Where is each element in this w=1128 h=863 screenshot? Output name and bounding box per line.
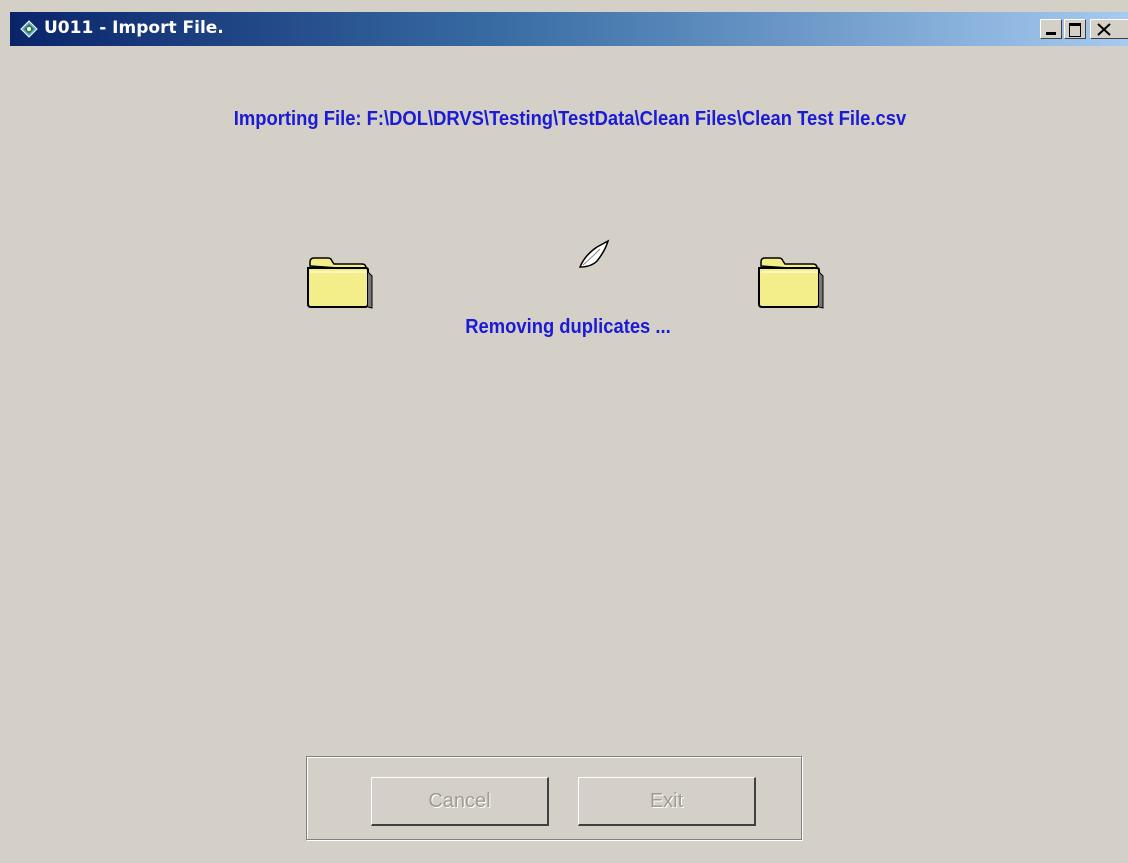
minimize-icon xyxy=(1046,32,1056,35)
destination-folder-icon xyxy=(758,257,824,309)
button-group: Cancel Exit xyxy=(306,756,802,840)
exit-button[interactable]: Exit xyxy=(578,777,756,826)
status-label: Removing duplicates ... xyxy=(465,316,671,338)
app-icon xyxy=(20,20,38,38)
minimize-button[interactable] xyxy=(1040,19,1062,39)
close-icon xyxy=(1097,23,1111,36)
import-file-window: U011 - Import File. Importing File: F:\D… xyxy=(0,0,1128,863)
maximize-icon xyxy=(1069,23,1081,37)
window-title: U011 - Import File. xyxy=(44,18,224,38)
source-folder-icon xyxy=(307,257,373,309)
close-button[interactable] xyxy=(1090,19,1128,39)
flying-document-icon xyxy=(578,239,610,268)
title-bar[interactable]: U011 - Import File. xyxy=(10,12,1128,46)
maximize-button[interactable] xyxy=(1064,19,1086,39)
importing-file-label: Importing File: F:\DOL\DRVS\Testing\Test… xyxy=(233,108,907,130)
cancel-button[interactable]: Cancel xyxy=(371,777,549,826)
